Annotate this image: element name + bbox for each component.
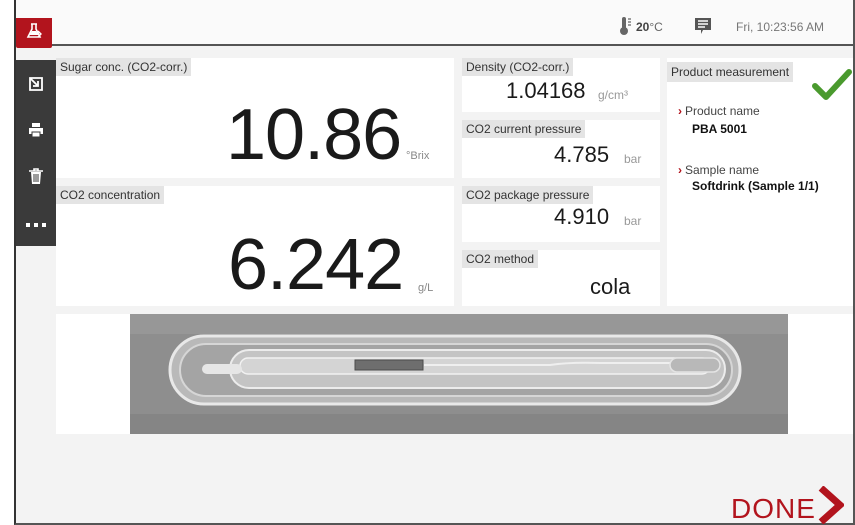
- density-unit: g/cm³: [598, 88, 628, 102]
- co2-current-pressure-value: 4.785: [554, 142, 610, 167]
- clock: Fri, 10:23:56 AM: [736, 20, 825, 34]
- sugar-unit: °Brix: [406, 150, 430, 162]
- sample-name-value: Softdrink (Sample 1/1): [692, 179, 819, 193]
- temperature-unit: °C: [649, 20, 663, 34]
- product-measurement-header: Product measurement: [667, 62, 794, 82]
- flask-icon: [25, 22, 43, 45]
- sample-name-label: Sample name: [685, 163, 760, 177]
- co2-concentration-label: CO2 concentration: [56, 186, 165, 204]
- density-card: Density (CO2-corr.) 1.04168 g/cm³: [462, 58, 660, 112]
- sample-name-row: › Sample name: [678, 163, 759, 177]
- co2-concentration-value: 6.242: [228, 225, 404, 305]
- top-bar: [16, 0, 853, 46]
- u-tube-image: [130, 314, 788, 434]
- sidebar: [16, 60, 56, 246]
- product-name-label: Product name: [685, 104, 760, 118]
- chevron-right-icon: ›: [678, 104, 682, 118]
- done-label: DONE: [731, 492, 816, 524]
- chevron-right-icon: ›: [678, 163, 682, 177]
- co2-method-card: CO2 method cola: [462, 250, 660, 306]
- density-label: Density (CO2-corr.): [462, 58, 574, 76]
- trash-icon: [28, 167, 44, 190]
- density-value: 1.04168: [506, 78, 586, 103]
- more-icon: [25, 215, 47, 233]
- co2-method-value: cola: [590, 274, 631, 299]
- sugar-value: 10.86: [226, 95, 402, 175]
- co2-method-label: CO2 method: [462, 250, 539, 268]
- co2-package-pressure-label: CO2 package pressure: [462, 186, 594, 204]
- co2-current-pressure-card: CO2 current pressure 4.785 bar: [462, 120, 660, 178]
- chevron-right-icon: [818, 485, 846, 525]
- more-button[interactable]: [16, 204, 56, 244]
- temperature-indicator: 20°C: [618, 16, 663, 38]
- co2-concentration-unit: g/L: [418, 282, 434, 294]
- product-name-row: › Product name: [678, 104, 760, 118]
- sugar-label: Sugar conc. (CO2-corr.): [56, 58, 192, 76]
- export-icon: [27, 75, 45, 98]
- print-button[interactable]: [16, 112, 56, 152]
- co2-package-pressure-value: 4.910: [554, 204, 610, 229]
- message-icon[interactable]: [693, 16, 713, 36]
- sugar-card: Sugar conc. (CO2-corr.) 10.86 °Brix: [56, 58, 454, 178]
- thermometer-icon: [618, 16, 632, 39]
- co2-current-pressure-label: CO2 current pressure: [462, 120, 586, 138]
- printer-icon: [27, 121, 45, 144]
- done-button[interactable]: DONE: [731, 485, 846, 525]
- co2-current-pressure-unit: bar: [624, 152, 642, 166]
- co2-concentration-card: CO2 concentration 6.242 g/L: [56, 186, 454, 306]
- delete-button[interactable]: [16, 158, 56, 198]
- product-name-value: PBA 5001: [692, 122, 747, 136]
- co2-package-pressure-unit: bar: [624, 214, 642, 228]
- co2-package-pressure-card: CO2 package pressure 4.910 bar: [462, 186, 660, 242]
- temperature-value: 20: [636, 20, 650, 34]
- checkmark-icon: [812, 68, 852, 107]
- export-button[interactable]: [16, 66, 56, 106]
- app-menu-button[interactable]: [16, 18, 52, 48]
